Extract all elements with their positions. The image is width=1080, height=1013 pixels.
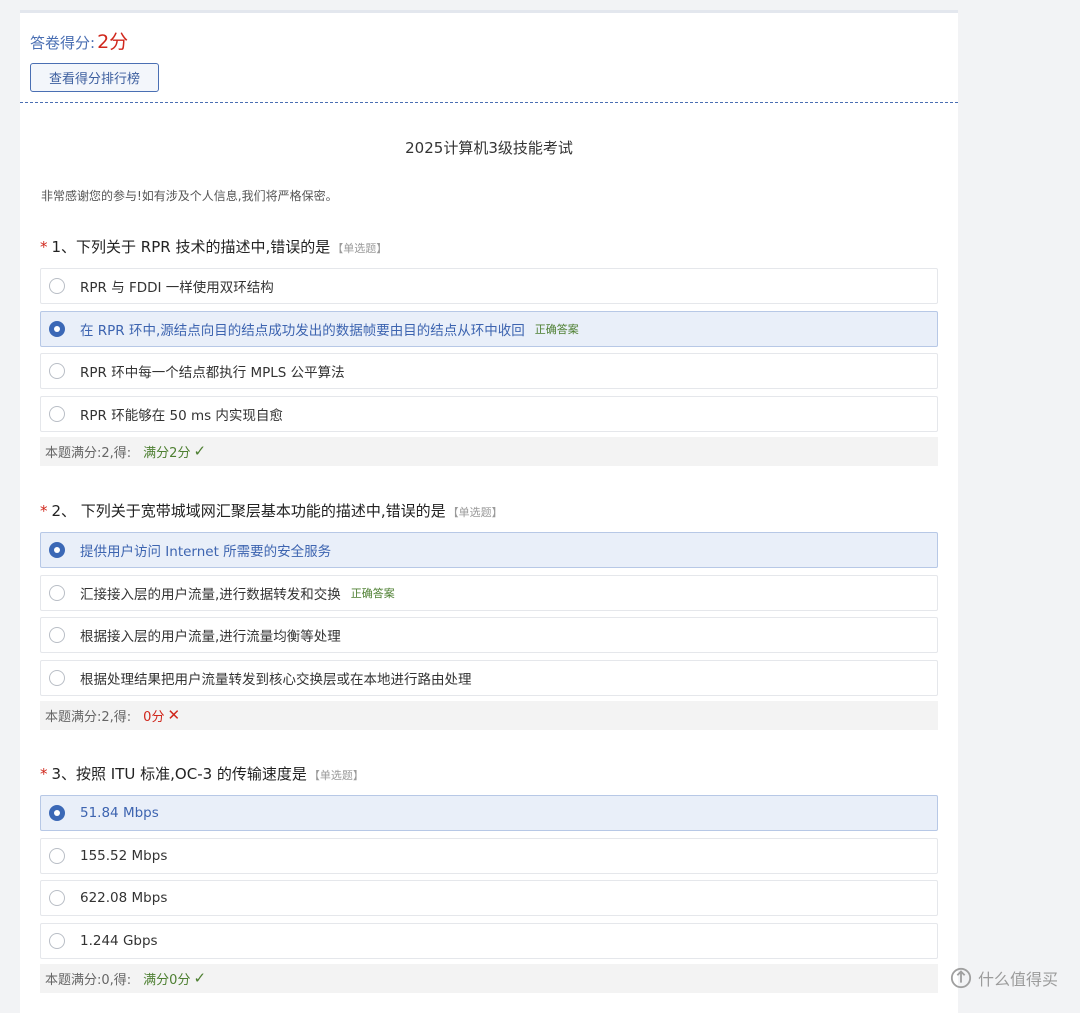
score-text: 本题满分:2,得: [45,445,132,461]
result-text: 满分0分 [143,972,191,988]
required-star: * [40,765,48,783]
smzdm-logo-icon [950,967,972,989]
option-selected[interactable]: 51.84 Mbps [40,795,938,831]
option[interactable]: 根据处理结果把用户流量转发到核心交换层或在本地进行路由处理 [40,659,938,696]
option-label: 155.52 Mbps [80,847,168,864]
question-1: * 1、下列关于 RPR 技术的描述中,错误的是 【单选题】 RPR 与 FDDI … [40,235,938,466]
option-label: 在 RPR 环中,源结点向目的结点成功发出的数据帧要由目的结点从环中收回 [80,322,525,339]
question-3: * 3、按照 ITU 标准,OC-3 的传输速度是 【单选题】 51.84 Mbps… [40,762,938,993]
option[interactable]: RPR 与 FDDI 一样使用双环结构 [40,268,938,304]
watermark: 什么值得买 [950,966,1058,990]
score-text: 本题满分:2,得: [45,709,132,725]
question-score-bar: 本题满分:2,得: 0分 ✕ [40,700,938,730]
required-star: * [40,502,48,520]
option-label: RPR 环中每一个结点都执行 MPLS 公平算法 [80,365,345,381]
radio-button-checked[interactable] [49,320,65,337]
score-label: 答卷得分: [30,34,96,52]
radio-button[interactable] [49,405,65,422]
radio-button[interactable] [49,627,65,643]
option[interactable]: 155.52 Mbps [40,837,938,874]
correct-answer-tag: 正确答案 [534,322,579,336]
option-label: RPR 与 FDDI 一样使用双环结构 [80,280,274,296]
option[interactable]: 622.08 Mbps [40,880,938,916]
correct-answer-tag: 正确答案 [350,586,395,600]
question-score-bar: 本题满分:0,得: 满分0分 ✓ [40,963,938,993]
options-list: 提供用户访问 Internet 所需要的安全服务 汇接接入层的用户流量,进行数据… [40,532,938,696]
checkmark-icon: ✓ [193,969,207,987]
result-text: 0分 [143,709,165,725]
option-selected[interactable]: 提供用户访问 Internet 所需要的安全服务 [40,532,938,568]
survey-description: 非常感谢您的参与!如有涉及个人信息,我们将严格保密。 [41,189,338,203]
option-label: RPR 环能够在 50 ms 内实现自愈 [80,407,283,424]
result-text: 满分2分 [143,445,191,461]
view-ranking-button[interactable]: 查看得分排行榜 [30,63,159,92]
score-value: 2分 [97,31,129,53]
option[interactable]: 汇接接入层的用户流量,进行数据转发和交换 正确答案 [40,574,938,611]
radio-button[interactable] [49,278,65,294]
question-type: 【单选题】 [447,506,503,519]
required-star: * [40,238,48,256]
radio-button[interactable] [49,363,65,379]
radio-button[interactable] [49,847,65,864]
option-selected[interactable]: 在 RPR 环中,源结点向目的结点成功发出的数据帧要由目的结点从环中收回 正确答… [40,310,938,347]
radio-button[interactable] [49,890,65,906]
radio-button-checked[interactable] [49,542,65,558]
question-title: * 1、下列关于 RPR 技术的描述中,错误的是 【单选题】 [40,235,938,259]
radio-button[interactable] [49,669,65,686]
option[interactable]: 根据接入层的用户流量,进行流量均衡等处理 [40,617,938,653]
answer-sheet: 答卷得分: 2分 查看得分排行榜 2025计算机3级技能考试 非常感谢您的参与!… [20,10,958,1013]
options-list: 51.84 Mbps 155.52 Mbps 622.08 Mbps 1.244… [40,795,938,959]
question-text: 2、 下列关于宽带城域网汇聚层基本功能的描述中,错误的是 [51,502,446,520]
option-label: 1.244 Gbps [80,932,158,949]
option-label: 51.84 Mbps [80,805,159,821]
option-label: 根据处理结果把用户流量转发到核心交换层或在本地进行路由处理 [80,671,472,688]
watermark-text: 什么值得买 [978,970,1059,989]
question-type: 【单选题】 [308,769,364,782]
checkmark-icon: ✓ [193,442,207,460]
score-text: 本题满分:0,得: [45,972,132,988]
survey-title: 2025计算机3级技能考试 [405,139,573,157]
option-label: 622.08 Mbps [80,890,168,906]
question-score-bar: 本题满分:2,得: 满分2分 ✓ [40,436,938,466]
question-text: 1、下列关于 RPR 技术的描述中,错误的是 [51,238,331,256]
option[interactable]: 1.244 Gbps [40,922,938,959]
option[interactable]: RPR 环能够在 50 ms 内实现自愈 [40,395,938,432]
option[interactable]: RPR 环中每一个结点都执行 MPLS 公平算法 [40,353,938,389]
question-text: 3、按照 ITU 标准,OC-3 的传输速度是 [51,765,307,783]
question-title: * 2、 下列关于宽带城域网汇聚层基本功能的描述中,错误的是 【单选题】 [40,499,938,523]
options-list: RPR 与 FDDI 一样使用双环结构 在 RPR 环中,源结点向目的结点成功发… [40,268,938,432]
option-label: 提供用户访问 Internet 所需要的安全服务 [80,544,332,560]
cross-icon: ✕ [167,706,181,724]
radio-button[interactable] [49,584,65,601]
option-label: 汇接接入层的用户流量,进行数据转发和交换 [80,586,341,603]
option-label: 根据接入层的用户流量,进行流量均衡等处理 [80,629,341,645]
radio-button-checked[interactable] [49,805,65,821]
divider [20,102,958,103]
question-type: 【单选题】 [332,242,388,255]
radio-button[interactable] [49,932,65,949]
question-2: * 2、 下列关于宽带城域网汇聚层基本功能的描述中,错误的是 【单选题】 提供用户访… [40,499,938,730]
question-title: * 3、按照 ITU 标准,OC-3 的传输速度是 【单选题】 [40,762,938,786]
answer-score: 答卷得分: 2分 [30,27,128,54]
